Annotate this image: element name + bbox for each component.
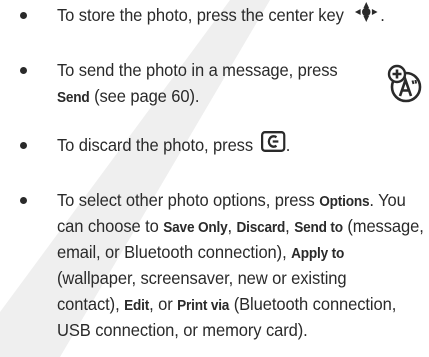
bullet-dot bbox=[20, 142, 27, 149]
bullet-dot bbox=[20, 12, 27, 19]
separator: , bbox=[227, 216, 237, 236]
discard-label: Discard bbox=[236, 220, 286, 236]
bullet-dot bbox=[20, 197, 27, 204]
discard-photo-period: . bbox=[285, 135, 291, 155]
options-text: (message, bbox=[342, 216, 424, 236]
options-key-label: Options bbox=[319, 194, 370, 210]
discard-photo-text: To discard the photo, press bbox=[57, 135, 254, 155]
send-key-label: Send bbox=[57, 90, 90, 106]
store-photo-text: To store the photo, press the center key bbox=[57, 5, 344, 25]
print-via-label: Print via bbox=[177, 298, 230, 314]
edit-label: Edit bbox=[124, 298, 150, 314]
options-text: email, or Bluetooth connection), bbox=[57, 242, 287, 262]
clear-back-key-icon bbox=[261, 130, 286, 158]
options-text: contact), bbox=[57, 294, 125, 314]
options-text: . You bbox=[369, 190, 406, 210]
apply-to-label: Apply to bbox=[291, 246, 345, 262]
separator: , bbox=[285, 216, 295, 236]
options-text: can choose to bbox=[57, 216, 164, 236]
options-text: (wallpaper, screensaver, new or existing bbox=[57, 268, 347, 288]
options-text: To select other photo options, press bbox=[57, 190, 320, 210]
center-nav-key-icon bbox=[352, 1, 380, 28]
bullet-dot bbox=[20, 67, 27, 74]
send-to-label: Send to bbox=[294, 220, 343, 236]
send-photo-text: To send the photo in a message, press bbox=[57, 60, 338, 80]
new-message-feature-icon bbox=[387, 63, 423, 110]
options-text: USB connection, or memory card). bbox=[57, 320, 308, 340]
options-text: (Bluetooth connection, bbox=[229, 294, 397, 314]
save-only-label: Save Only bbox=[163, 220, 228, 236]
options-text: , or bbox=[149, 294, 178, 314]
send-photo-page-ref: (see page 60). bbox=[89, 86, 200, 106]
